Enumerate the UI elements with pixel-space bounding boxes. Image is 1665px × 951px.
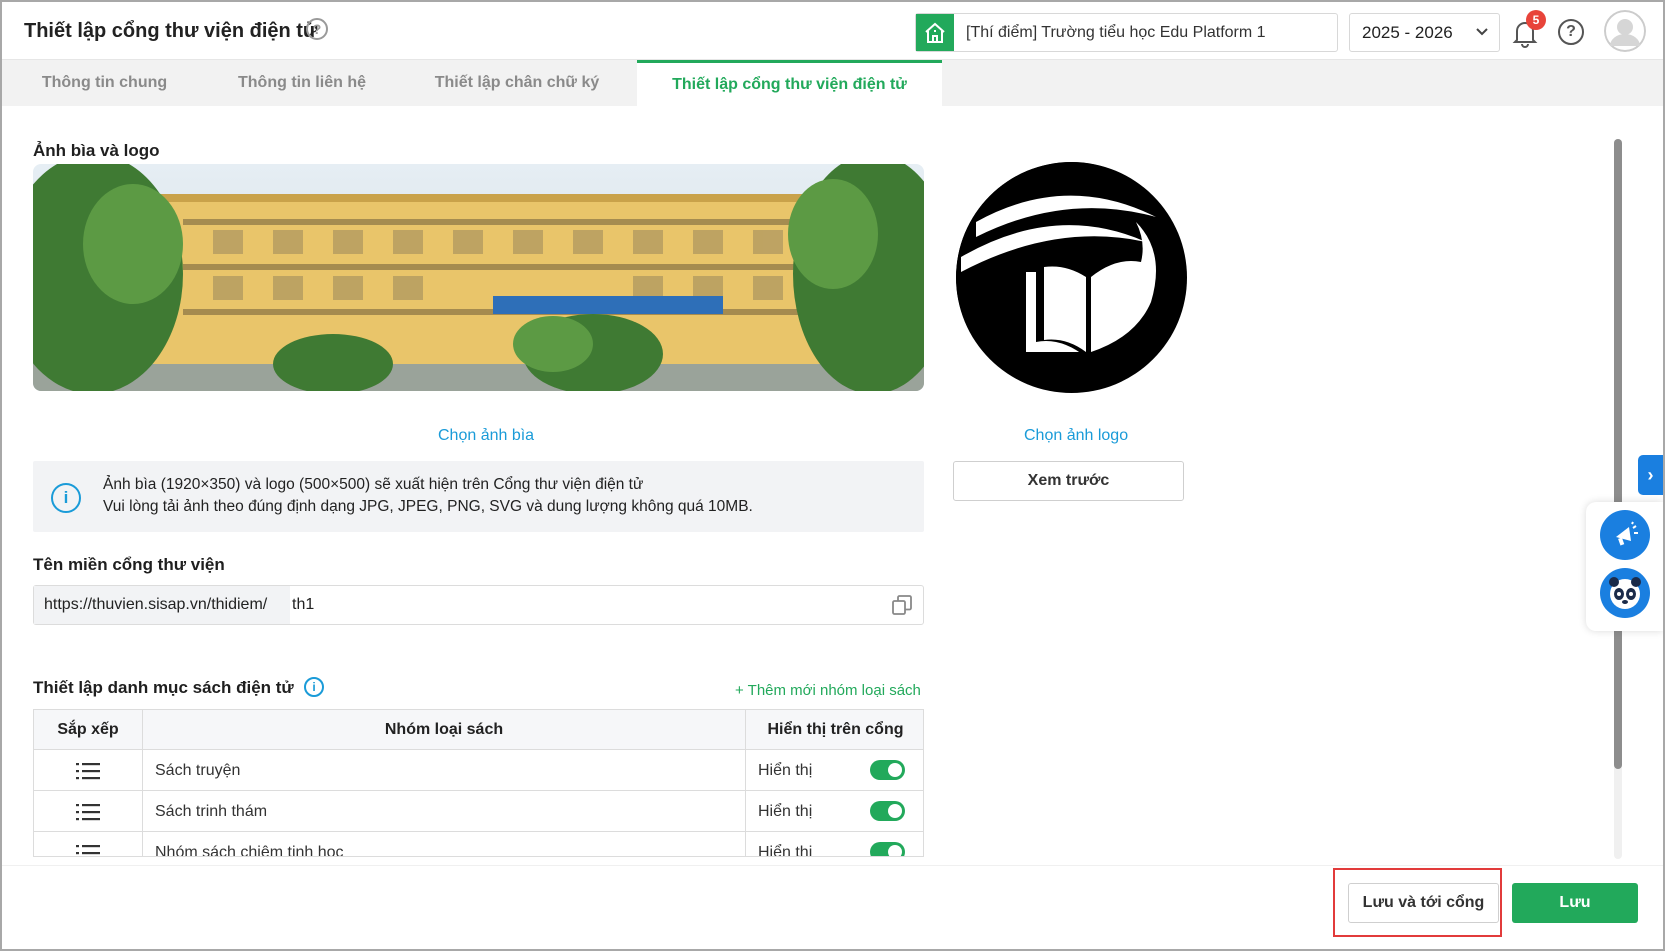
visibility-toggle[interactable] bbox=[870, 801, 905, 821]
column-header-visibility: Hiển thị trên cổng bbox=[746, 710, 923, 750]
tab-library-portal-settings[interactable]: Thiết lập cổng thư viện điện tử bbox=[637, 60, 942, 106]
save-and-go-to-portal-button[interactable]: Lưu và tới cổng bbox=[1348, 883, 1499, 923]
catalog-section-title: Thiết lập danh mục sách điện tử bbox=[33, 678, 294, 697]
tab-bar: Thông tin chung Thông tin liên hệ Thiết … bbox=[2, 60, 1663, 106]
guideline-line-2: Vui lòng tải ảnh theo đúng định dạng JPG… bbox=[103, 498, 753, 515]
logo-image bbox=[956, 162, 1187, 393]
group-name: Nhóm sách chiêm tinh học bbox=[143, 832, 746, 856]
table-row: Sách trinh thám Hiển thị bbox=[34, 791, 923, 832]
chevron-down-icon bbox=[1476, 28, 1488, 36]
visibility-toggle[interactable] bbox=[870, 842, 905, 856]
tab-signature-settings[interactable]: Thiết lập chân chữ ký bbox=[397, 60, 637, 106]
school-home-icon bbox=[916, 14, 954, 51]
save-button[interactable]: Lưu bbox=[1512, 883, 1638, 923]
book-group-table: Sắp xếp Nhóm loại sách Hiển thị trên cổn… bbox=[33, 709, 924, 857]
group-name: Sách truyện bbox=[143, 750, 746, 791]
footer-divider bbox=[2, 865, 1663, 866]
drag-handle-icon[interactable] bbox=[34, 832, 143, 856]
domain-input[interactable]: th1 bbox=[292, 596, 314, 614]
drag-handle-icon[interactable] bbox=[34, 750, 143, 791]
group-name: Sách trinh thám bbox=[143, 791, 746, 832]
visibility-cell: Hiển thị bbox=[746, 832, 923, 857]
visibility-status: Hiển thị bbox=[758, 802, 813, 820]
domain-field[interactable]: https://thuvien.sisap.vn/thidiem/ th1 bbox=[33, 585, 924, 625]
domain-section-title: Tên miền cổng thư viện bbox=[33, 555, 225, 574]
visibility-status: Hiển thị bbox=[758, 761, 813, 779]
notification-badge: 5 bbox=[1526, 10, 1546, 30]
school-name: [Thí điểm] Trường tiểu học Edu Platform … bbox=[966, 24, 1266, 41]
help-center-icon[interactable]: ? bbox=[1558, 19, 1584, 45]
column-header-sort: Sắp xếp bbox=[34, 710, 143, 750]
drag-handle-icon[interactable] bbox=[34, 791, 143, 832]
cover-image bbox=[33, 164, 924, 391]
school-selector[interactable]: [Thí điểm] Trường tiểu học Edu Platform … bbox=[915, 13, 1338, 52]
add-book-group-link[interactable]: + Thêm mới nhóm loại sách bbox=[735, 682, 921, 699]
announcement-icon[interactable] bbox=[1600, 510, 1650, 560]
school-year-value: 2025 - 2026 bbox=[1362, 23, 1453, 42]
help-icon[interactable]: ? bbox=[306, 18, 328, 40]
domain-prefix: https://thuvien.sisap.vn/thidiem/ bbox=[34, 586, 290, 624]
choose-cover-link[interactable]: Chọn ảnh bìa bbox=[438, 427, 534, 445]
visibility-cell: Hiển thị bbox=[746, 791, 923, 832]
table-row: Sách truyện Hiển thị bbox=[34, 750, 923, 791]
header-bar: Thiết lập cổng thư viện điện tử ? [Thí đ… bbox=[2, 2, 1663, 60]
visibility-toggle[interactable] bbox=[870, 760, 905, 780]
choose-logo-link[interactable]: Chọn ảnh logo bbox=[1024, 427, 1128, 445]
table-row: Nhóm sách chiêm tinh học Hiển thị bbox=[34, 832, 923, 857]
page-title: Thiết lập cổng thư viện điện tử bbox=[24, 20, 318, 42]
cover-logo-section-title: Ảnh bìa và logo bbox=[33, 141, 160, 160]
image-guideline-notice: i Ảnh bìa (1920×350) và logo (500×500) s… bbox=[33, 461, 924, 532]
tab-contact-info[interactable]: Thông tin liên hệ bbox=[207, 60, 397, 106]
floating-tools-panel bbox=[1586, 502, 1663, 631]
tab-general-info[interactable]: Thông tin chung bbox=[2, 60, 207, 106]
expand-panel-button[interactable]: › bbox=[1638, 455, 1663, 495]
main-scrollbar[interactable] bbox=[1614, 139, 1622, 769]
visibility-status: Hiển thị bbox=[758, 843, 813, 857]
school-year-select[interactable]: 2025 - 2026 bbox=[1349, 13, 1500, 52]
column-header-group: Nhóm loại sách bbox=[143, 710, 746, 750]
guideline-line-1: Ảnh bìa (1920×350) và logo (500×500) sẽ … bbox=[103, 476, 644, 493]
preview-button[interactable]: Xem trước bbox=[953, 461, 1184, 501]
visibility-cell: Hiển thị bbox=[746, 750, 923, 791]
assistant-bot-icon[interactable] bbox=[1600, 568, 1650, 618]
info-icon: i bbox=[51, 483, 81, 513]
app-window: Thiết lập cổng thư viện điện tử ? [Thí đ… bbox=[0, 0, 1665, 951]
catalog-info-icon[interactable]: i bbox=[304, 677, 324, 697]
avatar[interactable] bbox=[1604, 10, 1646, 52]
copy-icon[interactable] bbox=[891, 594, 913, 616]
